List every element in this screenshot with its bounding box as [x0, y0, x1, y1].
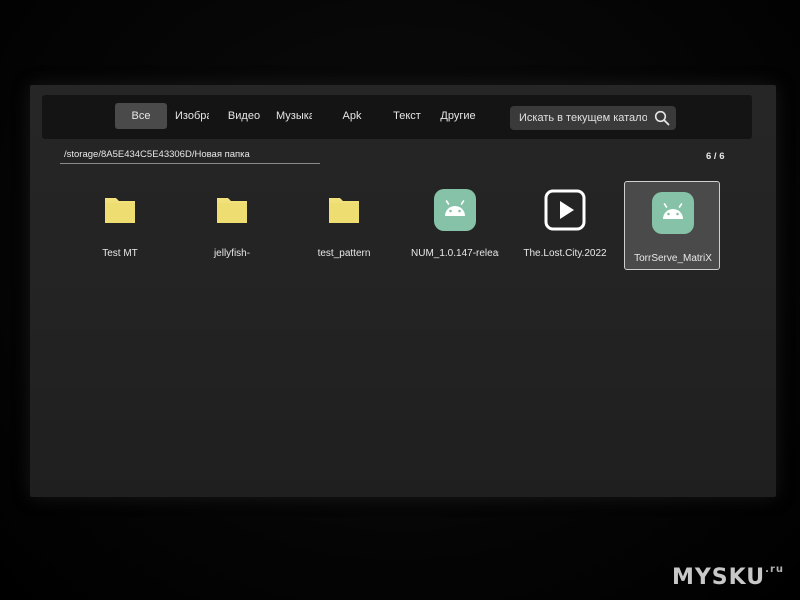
current-path: /storage/8A5E434C5E43306D/Новая папка — [64, 149, 250, 160]
tab-text[interactable]: Текст — [388, 103, 426, 129]
search-input[interactable]: Искать в текущем каталоге — [510, 106, 676, 130]
tab-all[interactable]: Все — [115, 103, 167, 129]
category-toolbar: Все Изображения Видео Музыка Apk Текст Д… — [42, 95, 752, 139]
path-underline — [60, 163, 320, 164]
tab-apk[interactable]: Apk — [334, 103, 370, 129]
file-name: test_pattern — [317, 248, 371, 259]
search-icon[interactable] — [654, 110, 670, 126]
file-item[interactable]: NUM_1.0.147-release — [407, 181, 503, 269]
file-item[interactable]: Test MT — [72, 181, 168, 269]
file-name: NUM_1.0.147-release — [411, 248, 499, 259]
play-icon — [544, 189, 586, 231]
android-icon — [652, 192, 694, 234]
file-name: The.Lost.City.2022 — [523, 248, 607, 259]
tv-screen: Все Изображения Видео Музыка Apk Текст Д… — [30, 85, 776, 497]
watermark-tld: .ru — [765, 564, 784, 575]
file-item-selected[interactable]: TorrServe_MatriX — [624, 181, 720, 270]
watermark-brand: MYSKU — [671, 565, 766, 590]
item-count: 6 / 6 — [706, 151, 725, 162]
file-item[interactable]: test_pattern — [296, 181, 392, 269]
folder-icon — [329, 198, 359, 223]
file-item[interactable]: jellyfish- — [184, 181, 280, 269]
folder-icon — [217, 198, 247, 223]
tab-video[interactable]: Видео — [225, 103, 263, 129]
search-placeholder: Искать в текущем каталоге — [519, 112, 647, 124]
tab-images[interactable]: Изображения — [175, 103, 209, 129]
tab-music[interactable]: Музыка — [276, 103, 312, 129]
site-watermark: MYSKU.ru — [672, 564, 784, 590]
tab-other[interactable]: Другие — [438, 103, 478, 129]
file-name: TorrServe_MatriX — [634, 253, 712, 264]
file-name: Test MT — [102, 248, 138, 259]
file-name: jellyfish- — [213, 248, 251, 259]
photo-frame: Все Изображения Видео Музыка Apk Текст Д… — [0, 0, 800, 600]
android-icon — [434, 189, 476, 231]
folder-icon — [105, 198, 135, 223]
file-item[interactable]: The.Lost.City.2022 — [517, 181, 613, 269]
